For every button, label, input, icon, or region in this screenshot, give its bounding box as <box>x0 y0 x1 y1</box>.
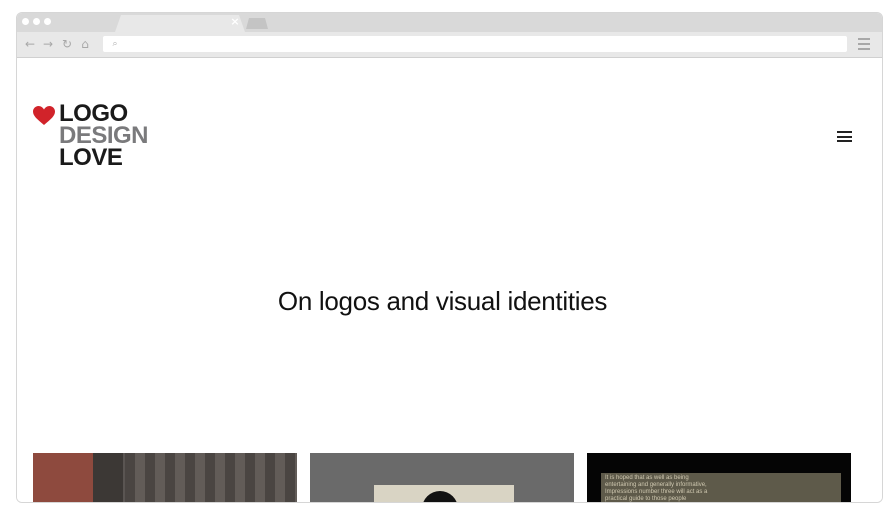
address-bar[interactable]: ⌕ <box>103 36 847 52</box>
forward-arrow-icon[interactable]: → <box>41 36 55 52</box>
search-icon: ⌕ <box>112 39 118 49</box>
home-icon[interactable]: ⌂ <box>78 36 92 52</box>
back-arrow-icon[interactable]: ← <box>23 36 37 52</box>
window-controls <box>22 18 51 25</box>
active-tab[interactable] <box>115 15 245 32</box>
tab-close-icon[interactable]: × <box>229 16 241 28</box>
maximize-window-button[interactable] <box>44 18 51 25</box>
page-content: LOGO DESIGN LOVE On logos and visual ide… <box>17 58 882 502</box>
post-thumbnail-1[interactable] <box>33 453 297 502</box>
browser-toolbar: ← → ↻ ⌂ ⌕ <box>17 32 882 58</box>
new-tab-button[interactable] <box>246 18 268 29</box>
heart-icon <box>33 106 55 125</box>
reload-icon[interactable]: ↻ <box>60 36 74 52</box>
browser-menu-icon[interactable] <box>858 38 870 50</box>
logo-text-love: LOVE <box>59 144 123 171</box>
site-tagline: On logos and visual identities <box>277 286 608 316</box>
site-logo[interactable]: LOGO DESIGN LOVE <box>33 102 173 173</box>
post-thumbnail-2[interactable] <box>310 453 574 502</box>
hamburger-menu-icon[interactable] <box>837 131 852 142</box>
close-window-button[interactable] <box>22 18 29 25</box>
browser-window: × ← → ↻ ⌂ ⌕ LOGO DESIGN LOVE On logos an… <box>16 12 883 503</box>
minimize-window-button[interactable] <box>33 18 40 25</box>
thumbnail-excerpt: It is hoped that as well as being entert… <box>605 475 708 502</box>
post-thumbnails: It is hoped that as well as being entert… <box>33 453 851 502</box>
post-thumbnail-3[interactable]: It is hoped that as well as being entert… <box>587 453 851 502</box>
tab-bar: × <box>17 13 882 32</box>
